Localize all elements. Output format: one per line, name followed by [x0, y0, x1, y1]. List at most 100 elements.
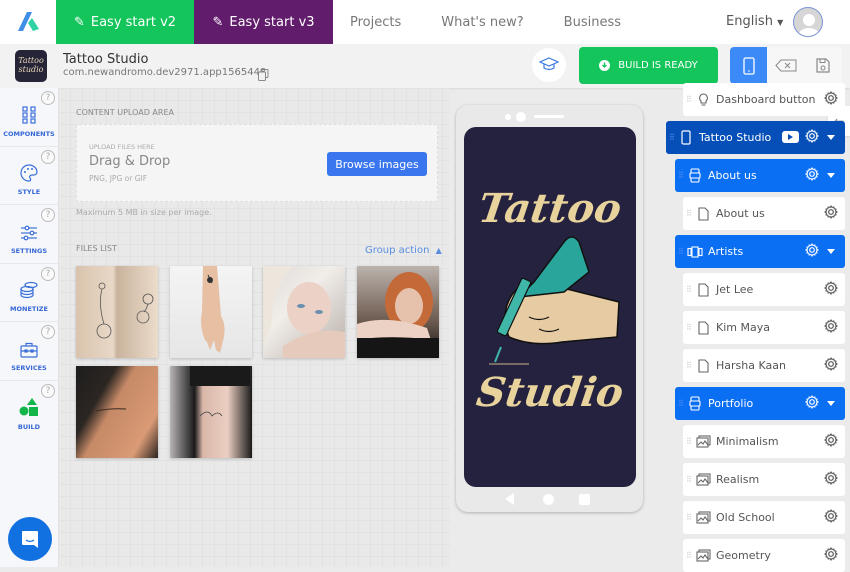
- drag-handle-icon[interactable]: ⠿: [678, 247, 687, 256]
- gear-icon[interactable]: [824, 547, 838, 564]
- tree-node[interactable]: ⠿ Kim Maya: [683, 311, 845, 344]
- user-avatar[interactable]: [793, 7, 823, 37]
- sidebar-item-style[interactable]: ? STYLE: [0, 147, 58, 205]
- gallery-icon: [695, 511, 711, 524]
- home-nav-icon[interactable]: [543, 494, 554, 505]
- grid-icon: [22, 105, 36, 124]
- sidebar-item-build[interactable]: ? BUILD: [0, 381, 58, 440]
- gear-icon[interactable]: [824, 357, 838, 374]
- sidebar-item-settings[interactable]: ? SETTINGS: [0, 205, 58, 264]
- sidebar-item-services[interactable]: ? SERVICES: [0, 322, 58, 381]
- gear-icon[interactable]: [805, 243, 819, 260]
- help-icon[interactable]: ?: [41, 266, 55, 281]
- drag-handle-icon[interactable]: ⠿: [678, 171, 687, 180]
- app-splash-screen: Tattoo Studio: [464, 127, 636, 487]
- sidebar-label: SETTINGS: [10, 246, 47, 255]
- browse-images-button[interactable]: Browse images: [327, 152, 427, 176]
- gear-icon[interactable]: [824, 433, 838, 450]
- help-icon[interactable]: ?: [41, 149, 55, 164]
- chat-icon: [22, 531, 38, 548]
- arm-love-tattoo-image: [190, 366, 250, 417]
- tree-node[interactable]: ⠿ About us: [683, 197, 845, 230]
- help-icon[interactable]: ?: [41, 383, 55, 398]
- copy-icon[interactable]: [258, 66, 269, 85]
- tree-node[interactable]: ⠿ Old School: [683, 501, 845, 534]
- tree-node-label: Realism: [716, 473, 760, 486]
- file-thumbnail[interactable]: [357, 266, 439, 358]
- tab-easy-start-v2[interactable]: ✎ Easy start v2: [56, 0, 194, 44]
- tattoo-doodle-image: [96, 282, 154, 339]
- tree-node[interactable]: ⠿ Tattoo Studio: [666, 121, 845, 154]
- clear-button[interactable]: [767, 47, 804, 84]
- back-nav-icon[interactable]: [505, 493, 514, 505]
- file-thumbnail[interactable]: [76, 266, 158, 358]
- drag-handle-icon[interactable]: ⠿: [686, 361, 695, 370]
- drag-handle-icon[interactable]: ⠿: [686, 209, 695, 218]
- user-icon: [798, 14, 820, 36]
- floppy-disk-icon: [815, 58, 830, 73]
- gear-icon[interactable]: [824, 281, 838, 298]
- language-select[interactable]: English ▼: [726, 14, 783, 29]
- chat-support-button[interactable]: [8, 517, 52, 561]
- drag-handle-icon[interactable]: ⠿: [686, 323, 695, 332]
- drag-handle-icon[interactable]: ⠿: [686, 285, 695, 294]
- file-thumbnail[interactable]: [170, 266, 252, 358]
- tree-node[interactable]: ⠿ Dashboard button: [683, 83, 845, 116]
- drag-handle-icon[interactable]: ⠿: [686, 95, 695, 104]
- tree-node[interactable]: ⠿ Minimalism: [683, 425, 845, 458]
- drag-handle-icon[interactable]: ⠿: [686, 475, 695, 484]
- drag-handle-icon[interactable]: ⠿: [678, 399, 687, 408]
- tree-node[interactable]: ⠿ Harsha Kaan: [683, 349, 845, 382]
- sliders-icon: [21, 225, 37, 240]
- nav-business[interactable]: Business: [564, 15, 621, 30]
- gear-icon[interactable]: [824, 471, 838, 488]
- group-action-dropdown[interactable]: Group action ▲: [365, 245, 442, 256]
- gear-icon[interactable]: [824, 509, 838, 526]
- drag-handle-icon[interactable]: ⠿: [686, 437, 695, 446]
- tree-node[interactable]: ⠿ About us: [675, 159, 845, 192]
- youtube-icon[interactable]: [782, 131, 799, 143]
- drag-handle-icon[interactable]: ⠿: [686, 551, 695, 560]
- max-size-note: Maximum 5 MB in size per image.: [76, 208, 212, 217]
- tree-node[interactable]: ⠿ Geometry: [683, 539, 845, 572]
- sidebar-item-monetize[interactable]: ? MONETIZE: [0, 264, 58, 322]
- chevron-down-icon[interactable]: [827, 249, 835, 254]
- tree-node[interactable]: ⠿ Jet Lee: [683, 273, 845, 306]
- tutorial-button[interactable]: [532, 48, 566, 82]
- gear-icon[interactable]: [824, 205, 838, 222]
- app-package-id: com.newandromo.dev2971.app1565448: [63, 67, 267, 78]
- gear-icon[interactable]: [824, 319, 838, 336]
- robot-icon: [687, 168, 703, 183]
- gear-icon[interactable]: [805, 129, 819, 146]
- drag-handle-icon[interactable]: ⠿: [686, 513, 695, 522]
- tree-node[interactable]: ⠿ Artists: [675, 235, 845, 268]
- help-icon[interactable]: ?: [41, 325, 55, 339]
- gear-icon[interactable]: [805, 395, 819, 412]
- tree-node[interactable]: ⠿ Portfolio: [675, 387, 845, 420]
- file-thumbnail[interactable]: [76, 366, 158, 458]
- chevron-down-icon[interactable]: [827, 173, 835, 178]
- gear-icon[interactable]: [824, 91, 838, 108]
- sidebar-item-components[interactable]: ? COMPONENTS: [0, 88, 58, 147]
- recents-nav-icon[interactable]: [579, 494, 590, 505]
- file-thumbnail[interactable]: [170, 366, 252, 458]
- sidebar-label: MONETIZE: [10, 305, 48, 313]
- build-ready-button[interactable]: BUILD IS READY: [579, 47, 718, 84]
- gear-icon[interactable]: [805, 167, 819, 184]
- help-icon[interactable]: ?: [41, 208, 55, 222]
- mobile-view-button[interactable]: [730, 47, 767, 84]
- chevron-down-icon[interactable]: [827, 135, 835, 140]
- app-logo[interactable]: [0, 0, 56, 44]
- tree-node-label: Geometry: [716, 549, 771, 562]
- help-icon[interactable]: ?: [41, 91, 55, 105]
- redhead-woman-image: [357, 272, 439, 358]
- tab-easy-start-v3[interactable]: ✎ Easy start v3: [194, 0, 333, 44]
- nav-projects[interactable]: Projects: [350, 15, 401, 30]
- phone-camera: [516, 112, 526, 122]
- chevron-down-icon[interactable]: [827, 401, 835, 406]
- nav-whats-new[interactable]: What's new?: [441, 15, 523, 30]
- tree-node[interactable]: ⠿ Realism: [683, 463, 845, 496]
- save-button[interactable]: [804, 47, 841, 84]
- drag-handle-icon[interactable]: ⠿: [669, 133, 678, 142]
- file-thumbnail[interactable]: [263, 266, 345, 358]
